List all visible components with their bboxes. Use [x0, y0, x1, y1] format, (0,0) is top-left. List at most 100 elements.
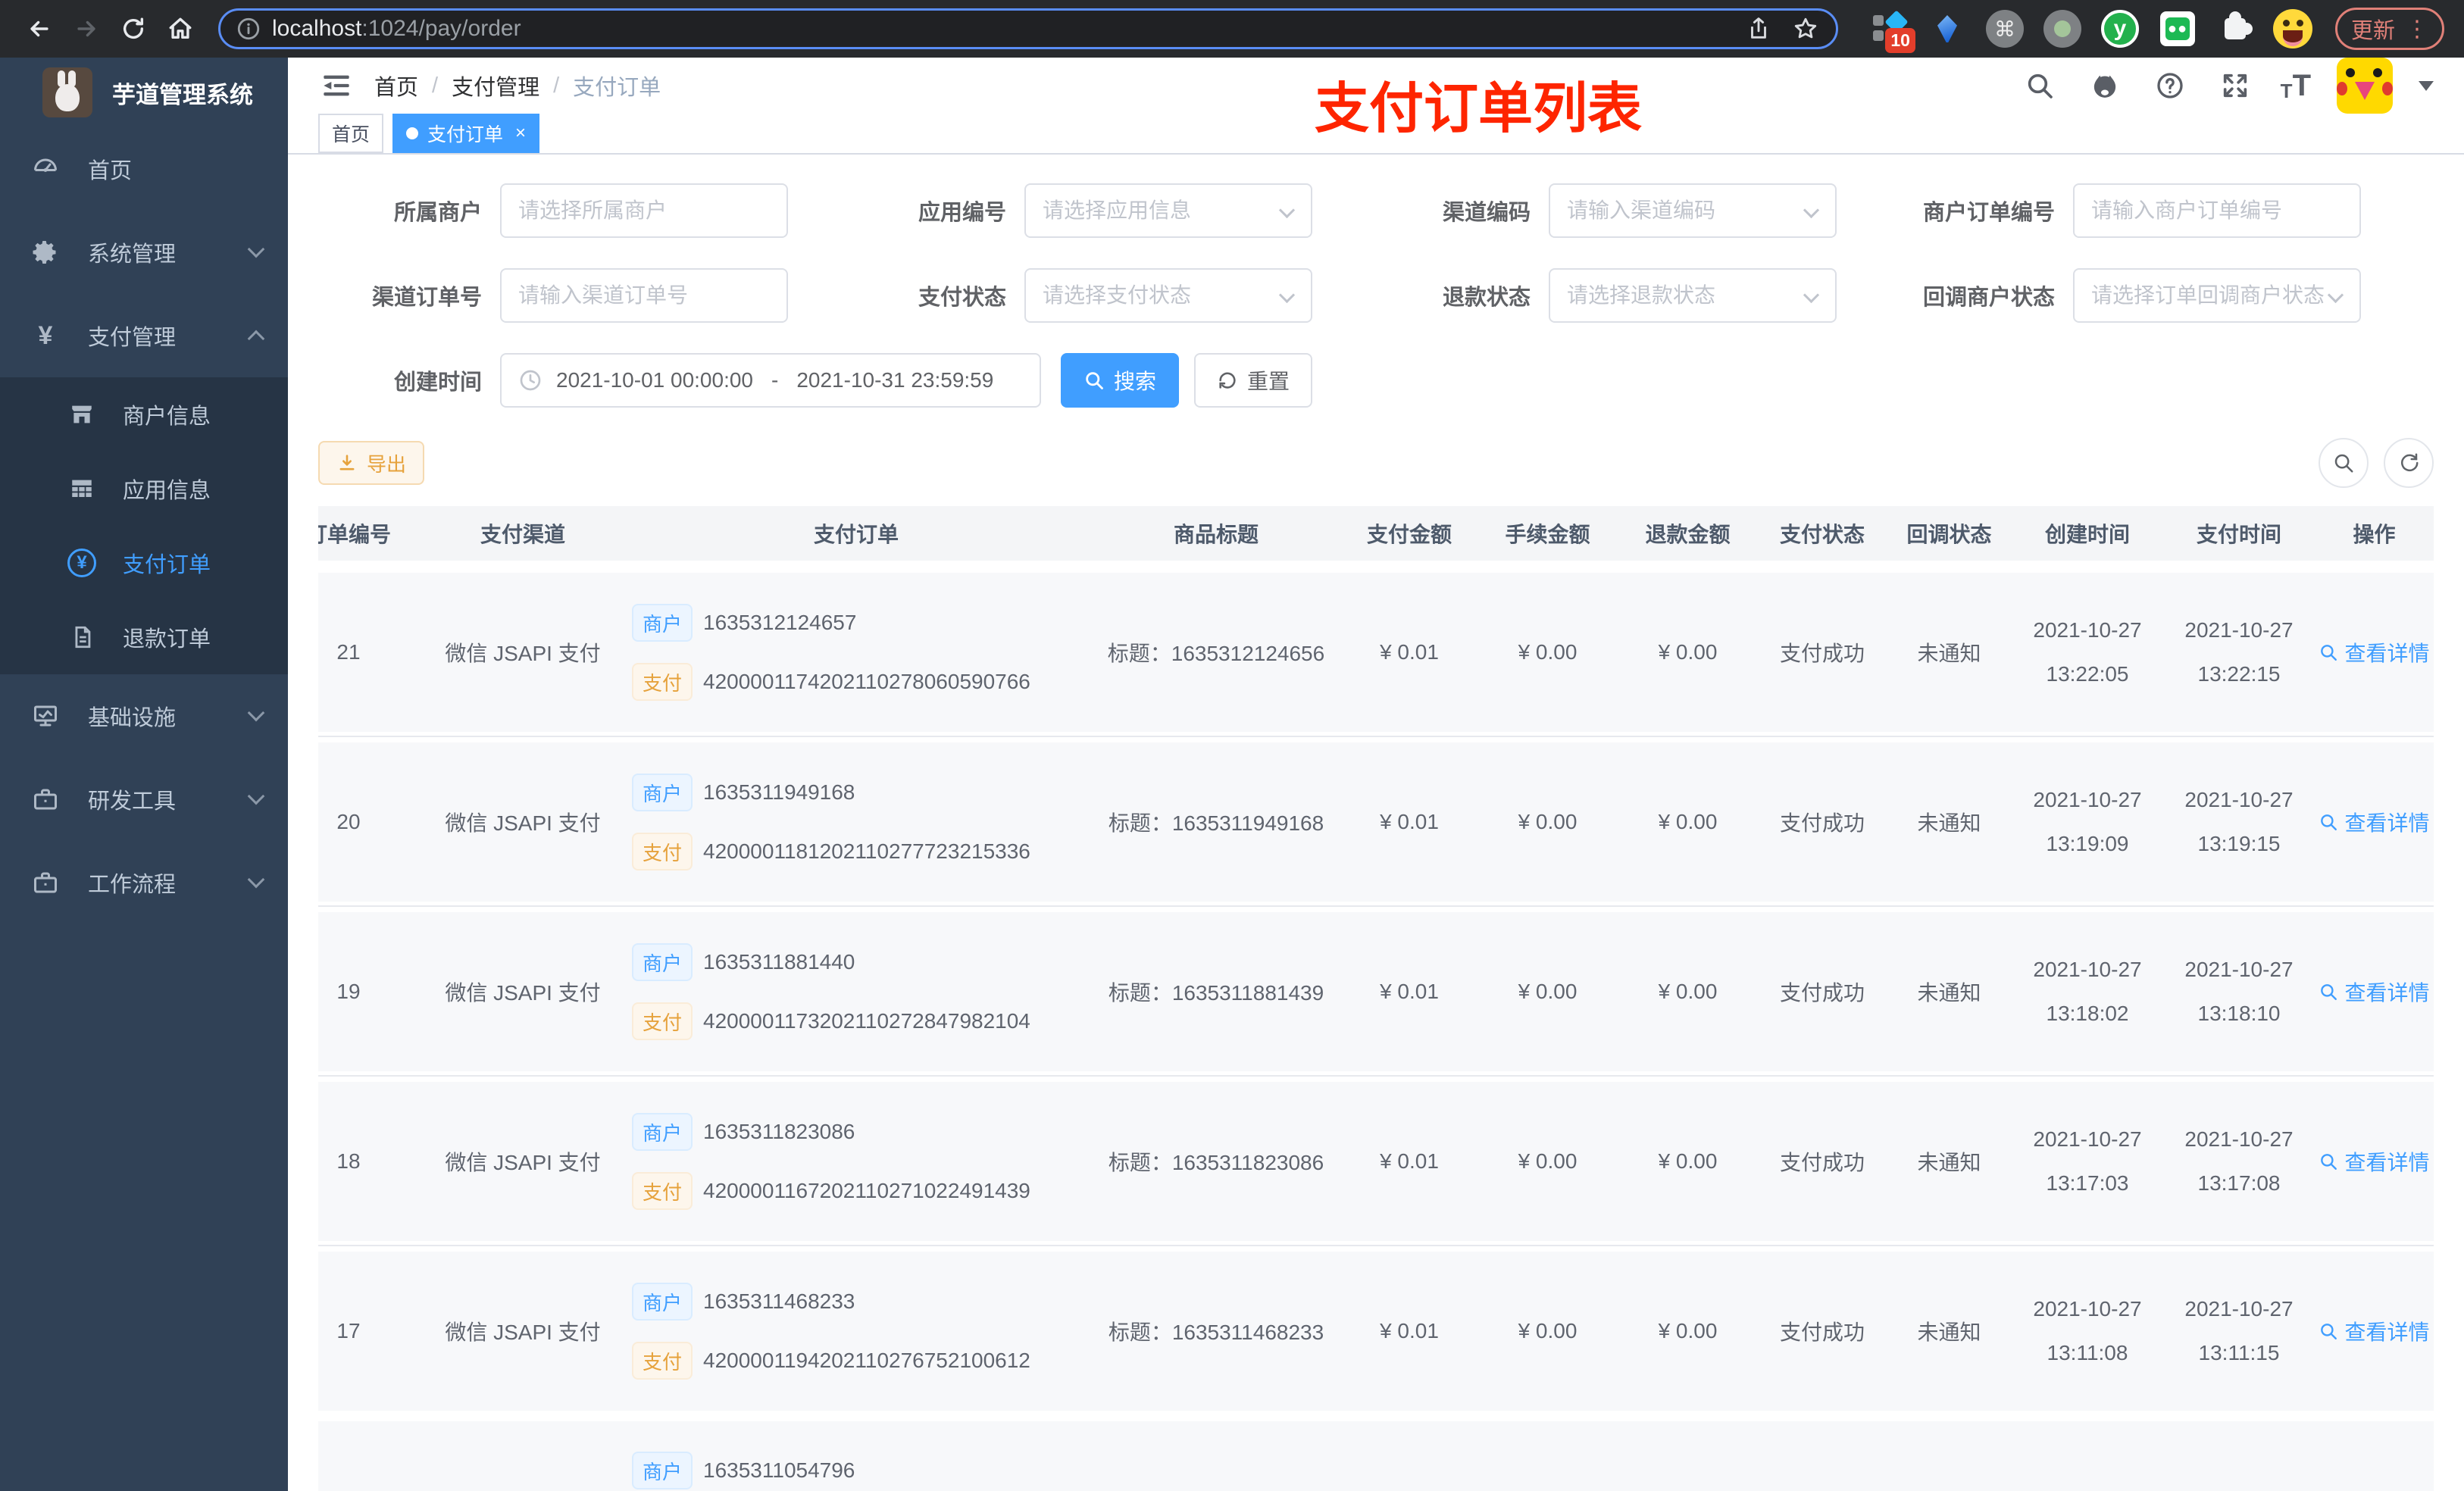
merchant-badge: 商户	[632, 1452, 693, 1489]
channel-code-select[interactable]	[1549, 183, 1837, 238]
sidebar-item-system[interactable]: 系统管理	[0, 211, 288, 294]
merchant-order-no: 1635311881440	[703, 950, 855, 974]
view-detail-link[interactable]: 查看详情	[2319, 637, 2430, 667]
briefcase-icon	[30, 869, 61, 896]
site-info-icon[interactable]	[236, 16, 261, 42]
export-button[interactable]: 导出	[318, 441, 425, 485]
cell-callback-status: 未通知	[1917, 642, 1981, 665]
sidebar-item-home[interactable]: 首页	[0, 127, 288, 211]
shop-icon	[67, 402, 97, 427]
sidebar-item-pay[interactable]: ¥ 支付管理	[0, 294, 288, 377]
cell-callback-status: 未通知	[1917, 1321, 1981, 1344]
navbar: 首页 / 支付管理 / 支付订单 支付订单列表 T T	[288, 58, 2464, 139]
font-size-icon[interactable]: TT	[2281, 70, 2311, 101]
browser-update-button[interactable]: 更新 ⋮	[2334, 8, 2444, 50]
filter-create-time: 创建时间 2021-10-01 00:00:00 - 2021-10-31 23…	[318, 353, 1041, 408]
screen: localhost:1024/pay/order 10 ⌘ y ●● 更新 ⋮ …	[0, 0, 2464, 1491]
search-icon	[2321, 1324, 2337, 1339]
cell-refund-amount: ¥ 0.00	[1658, 980, 1718, 1003]
avatar-caret-icon[interactable]	[2419, 80, 2434, 91]
filter-row-1: 所属商户 应用编号 渠道编码 商户订单编号	[318, 183, 2434, 238]
search-icon[interactable]	[2020, 66, 2059, 105]
view-detail-link[interactable]: 查看详情	[2319, 977, 2430, 1007]
cell-pay-amount: ¥ 0.01	[1380, 640, 1439, 664]
chevron-down-icon	[247, 787, 265, 805]
cell-callback-status: 未通知	[1917, 1151, 1981, 1174]
view-detail-link[interactable]: 查看详情	[2319, 1146, 2430, 1177]
sidebar-logo[interactable]: 芋道管理系统	[0, 58, 288, 127]
sidebar-item-refund-order[interactable]: 退款订单	[0, 600, 288, 674]
tag-pay-order[interactable]: 支付订单 ×	[392, 114, 540, 153]
browser-menu-icon[interactable]: ⋮	[2406, 16, 2428, 42]
cell-pay-order: 商户 1635311468233 支付 42000011942021102767…	[621, 1283, 1091, 1380]
extension-badge: 10	[1885, 28, 1915, 53]
chevron-down-icon	[247, 240, 265, 258]
extension-dot-icon[interactable]	[2043, 9, 2082, 48]
forward-icon[interactable]	[67, 9, 106, 48]
callback-status-select[interactable]	[2073, 268, 2361, 323]
monitor-icon	[30, 702, 61, 730]
cell-pay-status: 支付成功	[1779, 642, 1865, 665]
sidebar-fold-icon[interactable]	[318, 67, 355, 104]
extension-command-icon[interactable]: ⌘	[1985, 9, 2025, 48]
sidebar-item-infra[interactable]: 基础设施	[0, 674, 288, 758]
filter-channel-order-no: 渠道订单号	[318, 268, 788, 323]
reload-icon[interactable]	[114, 9, 153, 48]
filter-refund-status: 退款状态	[1367, 268, 1837, 323]
merchant-input[interactable]	[500, 183, 788, 238]
channel-order-no-input[interactable]	[500, 268, 788, 323]
breadcrumb-pay[interactable]: 支付管理	[452, 70, 539, 102]
pay-status-select[interactable]	[1024, 268, 1312, 323]
cell-pay-time: 2021-10-27 13:22:15	[2184, 618, 2294, 686]
refund-status-select[interactable]	[1549, 268, 1837, 323]
app-select[interactable]	[1024, 183, 1312, 238]
sidebar-item-devtools[interactable]: 研发工具	[0, 758, 288, 841]
cell-pay-time: 2021-10-27 13:19:15	[2184, 788, 2294, 855]
extension-kite-icon[interactable]	[1928, 9, 1967, 48]
toggle-search-button[interactable]	[2319, 438, 2369, 488]
view-detail-link[interactable]: 查看详情	[2319, 807, 2430, 837]
cell-pay-status: 支付成功	[1779, 1321, 1865, 1344]
url-bar[interactable]: localhost:1024/pay/order	[218, 8, 1838, 49]
fullscreen-icon[interactable]	[2215, 66, 2255, 105]
view-detail-link[interactable]: 查看详情	[2319, 1316, 2430, 1346]
back-icon[interactable]	[20, 9, 59, 48]
annotation-title: 支付订单列表	[1315, 79, 1643, 139]
avatar[interactable]	[2337, 58, 2393, 114]
cell-create-time: 2021-10-27 13:18:02	[2033, 958, 2142, 1025]
home-icon[interactable]	[161, 9, 200, 48]
cell-refund-amount: ¥ 0.00	[1658, 810, 1718, 833]
date-range-input[interactable]: 2021-10-01 00:00:00 - 2021-10-31 23:59:5…	[500, 353, 1041, 408]
share-icon[interactable]	[1743, 14, 1774, 44]
tag-close-icon[interactable]: ×	[515, 123, 526, 144]
tag-home[interactable]: 首页	[318, 114, 384, 153]
search-button[interactable]: 搜索	[1061, 353, 1180, 408]
chevron-down-icon	[247, 704, 265, 722]
cell-order-id: 17	[336, 1319, 361, 1343]
cell-fee-amount: ¥ 0.00	[1518, 810, 1578, 833]
refresh-table-button[interactable]	[2384, 438, 2434, 488]
extension-emoji-icon[interactable]	[2272, 9, 2312, 48]
content: 所属商户 应用编号 渠道编码 商户订单编号	[288, 155, 2464, 1491]
search-icon	[2321, 984, 2337, 1000]
help-icon[interactable]	[2150, 66, 2190, 105]
sidebar-item-app-info[interactable]: 应用信息	[0, 452, 288, 526]
table-header: 订单编号 支付渠道 支付订单 商品标题 支付金额 手续金额 退款金额 支付状态 …	[318, 506, 2434, 561]
merchant-order-no-input[interactable]	[2073, 183, 2361, 238]
filter-callback-status: 回调商户状态	[1891, 268, 2361, 323]
order-table: 订单编号 支付渠道 支付订单 商品标题 支付金额 手续金额 退款金额 支付状态 …	[318, 506, 2434, 1491]
reset-button[interactable]: 重置	[1194, 353, 1313, 408]
breadcrumb-home[interactable]: 首页	[374, 70, 418, 102]
pay-submenu: 商户信息 应用信息 ¥ 支付订单 退款订单	[0, 377, 288, 674]
extensions-puzzle-icon[interactable]	[2215, 9, 2255, 48]
sidebar-item-workflow[interactable]: 工作流程	[0, 841, 288, 924]
sidebar-item-merchant-info[interactable]: 商户信息	[0, 377, 288, 452]
bookmark-star-icon[interactable]	[1790, 14, 1821, 44]
extension-chat-icon[interactable]: ●●	[2158, 9, 2197, 48]
sidebar-item-pay-order[interactable]: ¥ 支付订单	[0, 526, 288, 600]
github-icon[interactable]	[2085, 66, 2125, 105]
search-icon	[2321, 1154, 2337, 1170]
extension-y-icon[interactable]: y	[2100, 9, 2140, 48]
cell-title: 标题：1635311468233	[1108, 1321, 1324, 1344]
extension-tabs-icon[interactable]: 10	[1870, 9, 1915, 53]
